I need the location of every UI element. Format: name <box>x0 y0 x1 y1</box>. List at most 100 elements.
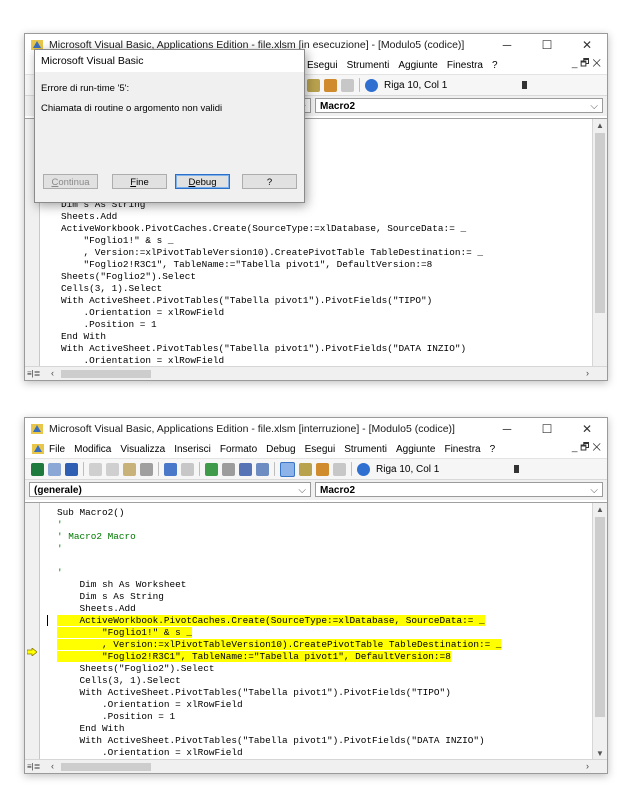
menu-debug[interactable]: Debug <box>266 444 295 455</box>
mdi-controls[interactable]: _ 🗗 ✕ <box>572 56 601 73</box>
code-line[interactable]: "Foglio2!R3C1", TableName:="Tabella pivo… <box>61 259 483 271</box>
help-icon[interactable] <box>357 462 370 476</box>
code-line[interactable]: Sheets("Foglio2").Select <box>61 271 483 283</box>
help-icon[interactable] <box>365 78 378 92</box>
code-line[interactable] <box>57 555 501 567</box>
horizontal-scrollbar[interactable]: ≡|≣ ‹ › <box>25 366 607 380</box>
code-line[interactable]: ' <box>57 519 501 531</box>
scroll-thumb[interactable] <box>595 133 605 313</box>
scroll-up-icon[interactable]: ▲ <box>593 505 607 514</box>
code-line[interactable]: .Position = 1 <box>61 319 483 331</box>
object-browser-icon[interactable] <box>341 78 354 92</box>
code-line[interactable]: .Orientation = xlRowField <box>57 747 501 759</box>
find-icon[interactable] <box>140 462 153 476</box>
code-line[interactable]: With ActiveSheet.PivotTables("Tabella pi… <box>57 735 501 747</box>
paste-icon[interactable] <box>123 462 136 476</box>
menu-help[interactable]: ? <box>490 444 496 455</box>
maximize-button[interactable]: ☐ <box>527 418 567 440</box>
toolbox-icon[interactable] <box>333 462 346 476</box>
code-line[interactable]: .Orientation = xlRowField <box>57 699 501 711</box>
code-line[interactable]: ActiveWorkbook.PivotCaches.Create(Source… <box>61 223 483 235</box>
object-browser-icon[interactable] <box>316 462 329 476</box>
code-line[interactable]: , Version:=xlPivotTableVersion10).Create… <box>61 247 483 259</box>
menu-esegui[interactable]: Esegui <box>305 444 336 455</box>
menu-aggiunte[interactable]: Aggiunte <box>396 444 435 455</box>
view-toggle-icon[interactable]: ≡|≣ <box>27 762 45 772</box>
menu-file[interactable]: File <box>49 444 65 455</box>
toolbar-grip[interactable] <box>514 465 520 473</box>
menu-inserisci[interactable]: Inserisci <box>174 444 211 455</box>
code-line[interactable]: Sub Macro2() <box>57 507 501 519</box>
end-button[interactable]: Fine <box>112 174 167 189</box>
highlighted-code-line[interactable]: ActiveWorkbook.PivotCaches.Create(Source… <box>57 615 501 627</box>
vba-menu-icon[interactable] <box>31 442 45 456</box>
cut-icon[interactable] <box>89 462 102 476</box>
code-line[interactable]: Cells(3, 1).Select <box>57 675 501 687</box>
save-icon[interactable] <box>65 462 78 476</box>
minimize-button[interactable]: ─ <box>487 418 527 440</box>
menu-finestra[interactable]: Finestra <box>444 444 480 455</box>
hscroll-thumb[interactable] <box>61 370 151 378</box>
code-line[interactable]: .Orientation = xlRowField <box>61 307 483 319</box>
properties-icon[interactable] <box>324 78 337 92</box>
scroll-left-icon[interactable]: ‹ <box>51 761 54 771</box>
code-line[interactable]: Sheets.Add <box>57 603 501 615</box>
horizontal-scrollbar[interactable]: ≡|≣ ‹ › <box>25 759 607 773</box>
project-explorer-icon[interactable] <box>280 461 295 477</box>
insert-module-icon[interactable] <box>48 462 61 476</box>
highlighted-code-line[interactable]: "Foglio1!" & s _ <box>57 627 501 639</box>
design-mode-icon[interactable] <box>256 462 269 476</box>
excel-view-icon[interactable] <box>31 462 44 476</box>
code-line[interactable]: End With <box>57 723 501 735</box>
pause-icon[interactable] <box>222 462 235 476</box>
run-icon[interactable] <box>205 462 218 476</box>
view-toggle-icon[interactable]: ≡|≣ <box>27 369 45 379</box>
undo-icon[interactable] <box>164 462 177 476</box>
project-explorer-icon[interactable] <box>307 78 320 92</box>
object-dropdown[interactable]: (generale) ⌵ <box>29 482 311 497</box>
debug-button[interactable]: Debug <box>175 174 230 189</box>
close-button[interactable]: ✕ <box>567 34 607 56</box>
menu-strumenti[interactable]: Strumenti <box>347 60 390 71</box>
code-line[interactable]: .Position = 1 <box>57 711 501 723</box>
scroll-left-icon[interactable]: ‹ <box>51 368 54 378</box>
code-line[interactable]: ' <box>57 567 501 579</box>
properties-icon[interactable] <box>299 462 312 476</box>
code-line[interactable]: Dim sh As Worksheet <box>57 579 501 591</box>
minimize-button[interactable]: ─ <box>487 34 527 56</box>
vertical-scrollbar[interactable]: ▲ <box>592 119 607 367</box>
redo-icon[interactable] <box>181 462 194 476</box>
code-line[interactable]: Cells(3, 1).Select <box>61 283 483 295</box>
maximize-button[interactable]: ☐ <box>527 34 567 56</box>
code-editor[interactable]: Sub Macro2() ' ' Macro2 Macro ' ' Dim sh As … <box>57 507 502 759</box>
continue-button[interactable]: Continua <box>43 174 98 189</box>
code-line[interactable]: ' <box>57 543 501 555</box>
menu-help[interactable]: ? <box>492 60 498 71</box>
menu-strumenti[interactable]: Strumenti <box>344 444 387 455</box>
code-line[interactable]: With ActiveSheet.PivotTables("Tabella pi… <box>57 687 501 699</box>
menu-esegui[interactable]: Esegui <box>307 60 338 71</box>
scroll-up-icon[interactable]: ▲ <box>593 121 607 130</box>
code-line[interactable]: "Foglio1!" & s _ <box>61 235 483 247</box>
menu-visualizza[interactable]: Visualizza <box>120 444 165 455</box>
procedure-dropdown[interactable]: Macro2 ⌵ <box>315 98 603 113</box>
code-window[interactable]: Sub Macro2() ' ' Macro2 Macro ' ' Dim sh As … <box>25 502 607 773</box>
code-line[interactable]: Sheets("Foglio2").Select <box>57 663 501 675</box>
hscroll-thumb[interactable] <box>61 763 151 771</box>
mdi-controls[interactable]: _ 🗗 ✕ <box>572 440 601 457</box>
menu-aggiunte[interactable]: Aggiunte <box>398 60 437 71</box>
scroll-down-icon[interactable]: ▼ <box>593 749 607 758</box>
menu-modifica[interactable]: Modifica <box>74 444 111 455</box>
scroll-right-icon[interactable]: › <box>586 761 589 771</box>
scroll-thumb[interactable] <box>595 517 605 717</box>
toolbar-grip[interactable] <box>522 81 528 89</box>
vertical-scrollbar[interactable]: ▲ ▼ <box>592 503 607 760</box>
code-line[interactable]: ' Macro2 Macro <box>57 531 501 543</box>
menu-finestra[interactable]: Finestra <box>447 60 483 71</box>
code-line[interactable]: End With <box>61 331 483 343</box>
procedure-dropdown[interactable]: Macro2 ⌵ <box>315 482 603 497</box>
menu-formato[interactable]: Formato <box>220 444 257 455</box>
code-line[interactable]: With ActiveSheet.PivotTables("Tabella pi… <box>61 343 483 355</box>
highlighted-code-line[interactable]: , Version:=xlPivotTableVersion10).Create… <box>57 639 502 651</box>
highlighted-code-line[interactable]: "Foglio2!R3C1", TableName:="Tabella pivo… <box>57 651 501 663</box>
